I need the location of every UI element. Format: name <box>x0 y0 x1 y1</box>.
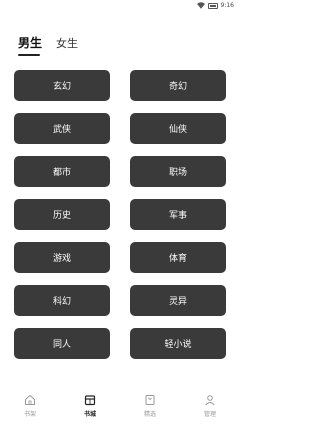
genre-button-tongren[interactable]: 同人 <box>14 328 110 359</box>
tab-male-label: 男生 <box>18 36 43 50</box>
genre-button-xianxia[interactable]: 仙侠 <box>130 113 226 144</box>
genre-button-youxi[interactable]: 游戏 <box>14 242 110 273</box>
genre-button-tiyu[interactable]: 体育 <box>130 242 226 273</box>
nav-item-featured[interactable]: 精选 <box>120 386 180 426</box>
active-tab-indicator <box>18 54 40 56</box>
bottom-nav: 书架 书城 精选 管理 <box>0 386 240 426</box>
nav-label-featured: 精选 <box>143 411 156 418</box>
nav-item-bookshelf[interactable]: 书架 <box>0 386 60 426</box>
genre-button-lingyi[interactable]: 灵异 <box>130 285 226 316</box>
gender-tabs: 男生 女生 <box>18 34 78 56</box>
nav-label-bookshelf: 书架 <box>23 411 36 418</box>
tab-female-label: 女生 <box>56 37 79 50</box>
genre-button-zhichang[interactable]: 职场 <box>130 156 226 187</box>
nav-label-manage: 管理 <box>203 411 216 418</box>
status-time: 9:16 <box>220 2 234 9</box>
nav-item-manage[interactable]: 管理 <box>180 386 240 426</box>
genre-grid: 玄幻 奇幻 武侠 仙侠 都市 职场 历史 军事 游戏 体育 科幻 灵异 同人 轻… <box>14 70 226 359</box>
home-icon <box>25 394 35 405</box>
genre-button-dushi[interactable]: 都市 <box>14 156 110 187</box>
genre-button-lishi[interactable]: 历史 <box>14 199 110 230</box>
genre-button-qingxiaoshuo[interactable]: 轻小说 <box>130 328 226 359</box>
genre-button-junshi[interactable]: 军事 <box>130 199 226 230</box>
nav-item-store[interactable]: 书城 <box>60 386 120 426</box>
genre-button-qihuan[interactable]: 奇幻 <box>130 70 226 101</box>
status-indicators: 9:16 <box>196 2 234 9</box>
genre-button-xuanhuan[interactable]: 玄幻 <box>14 70 110 101</box>
tab-male[interactable]: 男生 <box>18 34 43 56</box>
user-icon <box>205 395 215 406</box>
genre-button-kehuan[interactable]: 科幻 <box>14 285 110 316</box>
bookmark-icon <box>145 395 155 405</box>
wifi-icon <box>196 2 205 9</box>
nav-label-store: 书城 <box>83 411 96 418</box>
store-icon <box>84 395 96 406</box>
battery-icon <box>207 2 218 9</box>
status-bar: 9:16 <box>0 0 240 14</box>
tab-female[interactable]: 女生 <box>56 35 78 51</box>
genre-button-wuxia[interactable]: 武侠 <box>14 113 110 144</box>
